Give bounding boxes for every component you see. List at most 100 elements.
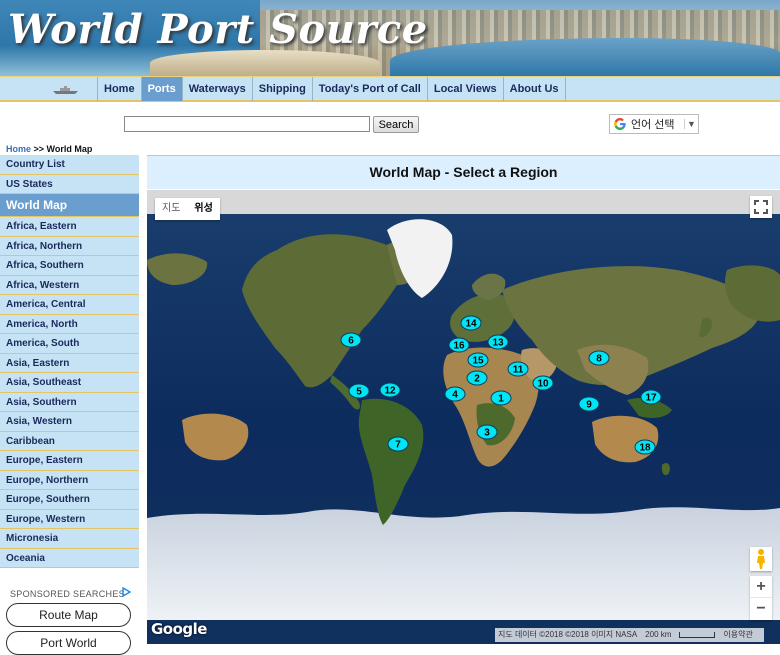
sidebar-item-europe-western[interactable]: Europe, Western: [0, 509, 139, 529]
search-input[interactable]: [124, 116, 370, 132]
region-marker-11[interactable]: 11: [507, 361, 529, 377]
antarctica: [147, 507, 780, 620]
nav-item-today-s-port-of-call[interactable]: Today's Port of Call: [311, 77, 427, 101]
region-marker-label: 13: [492, 338, 504, 349]
region-marker-label: 6: [348, 336, 354, 347]
nav-items: Home Ports Waterways Shipping Today's Port o…: [97, 77, 566, 101]
sidebar-item-micronesia[interactable]: Micronesia: [0, 529, 139, 549]
ship-icon: [53, 86, 78, 94]
region-marker-label: 9: [586, 400, 592, 411]
street-view-pegman[interactable]: [750, 547, 772, 571]
sidebar-item-caribbean[interactable]: Caribbean: [0, 431, 139, 451]
adchoices-icon[interactable]: [121, 587, 131, 597]
nav-item-shipping[interactable]: Shipping: [251, 77, 312, 101]
region-marker-7[interactable]: 7: [387, 436, 409, 452]
sponsored-button-route-map[interactable]: Route Map: [6, 603, 131, 627]
fullscreen-button[interactable]: [750, 196, 772, 218]
google-g-icon: [614, 118, 626, 130]
map-canvas[interactable]: 123456789101112131415161718: [147, 190, 780, 644]
region-marker-label: 1: [498, 394, 504, 405]
region-marker-label: 15: [472, 356, 484, 367]
region-marker-label: 4: [452, 390, 458, 401]
chevron-down-icon: ▼: [684, 119, 698, 129]
region-marker-10[interactable]: 10: [532, 375, 554, 391]
sidebar-item-asia-western[interactable]: Asia, Western: [0, 412, 139, 432]
map-terms-link[interactable]: 이용약관: [723, 628, 752, 642]
region-marker-15[interactable]: 15: [467, 352, 489, 368]
sidebar-item-america-central[interactable]: America, Central: [0, 295, 139, 315]
region-marker-12[interactable]: 12: [379, 382, 401, 398]
region-marker-4[interactable]: 4: [444, 386, 466, 402]
sidebar-item-country-list[interactable]: Country List: [0, 155, 139, 175]
language-select-label: 언어 선택: [631, 119, 675, 131]
sponsored-button-port-world[interactable]: Port World: [6, 631, 131, 655]
map-scale-bar: [679, 632, 716, 638]
sidebar-item-world-map[interactable]: World Map: [0, 194, 139, 217]
sidebar-item-asia-southern[interactable]: Asia, Southern: [0, 392, 139, 412]
nav-item-ports[interactable]: Ports: [140, 77, 182, 101]
region-marker-label: 18: [639, 443, 651, 454]
sidebar-item-america-north[interactable]: America, North: [0, 314, 139, 334]
map-data-attribution[interactable]: 지도 데이터 ©2018 ©2018 이미지 NASA: [498, 628, 637, 642]
zoom-in-button[interactable]: +: [750, 576, 772, 598]
nav-item-home[interactable]: Home: [97, 77, 141, 101]
sidebar-item-africa-northern[interactable]: Africa, Northern: [0, 236, 139, 256]
region-marker-2[interactable]: 2: [466, 370, 488, 386]
sidebar-item-africa-southern[interactable]: Africa, Southern: [0, 256, 139, 276]
region-marker-label: 11: [513, 365, 524, 376]
map-top-band: [147, 190, 780, 214]
region-marker-label: 16: [453, 341, 465, 352]
nav-item-local-views[interactable]: Local Views: [426, 77, 503, 101]
region-marker-label: 5: [356, 387, 362, 398]
sidebar-item-africa-western[interactable]: Africa, Western: [0, 275, 139, 295]
zoom-out-button[interactable]: −: [750, 598, 772, 620]
region-marker-1[interactable]: 1: [490, 390, 512, 406]
pegman-icon: [757, 549, 765, 569]
region-marker-18[interactable]: 18: [634, 439, 656, 455]
sidebar-item-europe-eastern[interactable]: Europe, Eastern: [0, 451, 139, 471]
region-marker-label: 3: [484, 428, 490, 439]
sidebar-item-europe-southern[interactable]: Europe, Southern: [0, 490, 139, 510]
region-marker-3[interactable]: 3: [476, 424, 498, 440]
sidebar: Country List US States World Map Africa, Ea…: [0, 155, 139, 568]
search-button[interactable]: Search: [373, 116, 419, 133]
region-marker-14[interactable]: 14: [460, 315, 482, 331]
region-marker-label: 12: [384, 386, 396, 397]
region-marker-8[interactable]: 8: [588, 350, 610, 366]
map-type-control: 지도 위성: [155, 198, 220, 220]
region-marker-label: 8: [596, 354, 602, 365]
google-logo[interactable]: Google: [151, 620, 207, 638]
language-select[interactable]: 언어 선택 ▼: [609, 114, 699, 134]
map-type-satellite-button[interactable]: 위성: [187, 198, 219, 220]
region-marker-6[interactable]: 6: [340, 332, 362, 348]
main-nav: Home Ports Waterways Shipping Today's Port o…: [0, 76, 780, 102]
site-title[interactable]: World Port Source: [8, 6, 428, 53]
sidebar-item-oceania[interactable]: Oceania: [0, 548, 139, 568]
nav-item-waterways[interactable]: Waterways: [181, 77, 252, 101]
fullscreen-icon: [754, 200, 768, 214]
region-marker-5[interactable]: 5: [348, 383, 370, 399]
sidebar-item-africa-eastern[interactable]: Africa, Eastern: [0, 217, 139, 237]
sidebar-item-asia-eastern[interactable]: Asia, Eastern: [0, 353, 139, 373]
region-marker-17[interactable]: 17: [640, 389, 662, 405]
map-scale-label[interactable]: 200 km: [645, 628, 671, 642]
sidebar-item-us-states[interactable]: US States: [0, 174, 139, 194]
map-title: World Map - Select a Region: [147, 155, 780, 189]
map-attribution: 지도 데이터 ©2018 ©2018 이미지 NASA 200 km 이용약관: [495, 628, 764, 642]
nav-item-about-us[interactable]: About Us: [502, 77, 566, 101]
region-marker-16[interactable]: 16: [448, 337, 470, 353]
map-type-roadmap-button[interactable]: 지도: [155, 198, 187, 220]
region-marker-9[interactable]: 9: [578, 396, 600, 412]
region-marker-label: 7: [395, 440, 401, 451]
region-marker-label: 10: [537, 379, 549, 390]
sidebar-item-europe-northern[interactable]: Europe, Northern: [0, 470, 139, 490]
breadcrumb: Home >> World Map: [6, 144, 92, 154]
sidebar-item-asia-southeast[interactable]: Asia, Southeast: [0, 373, 139, 393]
breadcrumb-separator: >>: [31, 144, 47, 154]
sponsored-label: SPONSORED SEARCHES: [10, 589, 125, 599]
region-marker-13[interactable]: 13: [487, 334, 509, 350]
breadcrumb-home-link[interactable]: Home: [6, 144, 31, 154]
sidebar-item-america-south[interactable]: America, South: [0, 334, 139, 354]
world-map[interactable]: 1 2 3 4 5 6 7 8 9 10 11 12 13 14 15 16 17 18 지도 위성 + − Go…: [147, 190, 780, 644]
region-marker-label: 2: [474, 374, 480, 385]
